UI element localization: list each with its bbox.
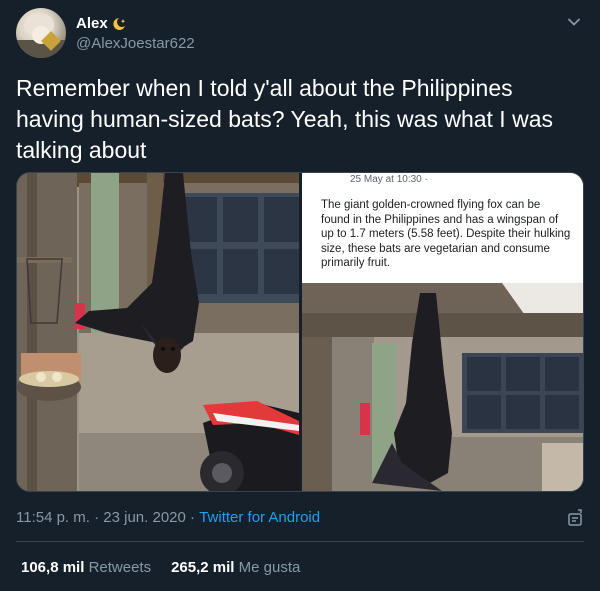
tweet-stats: 106,8 mil Retweets 265,2 mil Me gusta xyxy=(21,559,300,576)
post-date: 25 May at 10:30 · xyxy=(350,174,428,185)
likes-stat[interactable]: 265,2 mil Me gusta xyxy=(171,559,300,576)
post-caption-text: The giant golden-crowned flying fox can … xyxy=(321,199,571,269)
tweet-media[interactable]: 25 May at 10:30 · The giant golden-crown… xyxy=(16,172,584,492)
tweet-header: Alex @AlexJoestar622 xyxy=(16,8,584,58)
tweet-date[interactable]: 23 jun. 2020 xyxy=(103,509,186,526)
tweet-time[interactable]: 11:54 p. m. xyxy=(16,509,90,526)
author-name[interactable]: Alex xyxy=(76,15,108,32)
retweets-count: 106,8 mil xyxy=(21,559,85,576)
post-caption: 25 May at 10:30 · The giant golden-crown… xyxy=(302,173,583,283)
retweets-label: Retweets xyxy=(88,559,152,576)
likes-count: 265,2 mil xyxy=(171,559,235,576)
likes-label: Me gusta xyxy=(238,559,301,576)
tweet-client-link[interactable]: Twitter for Android xyxy=(199,509,320,526)
tweet-meta: 11:54 p. m. · 23 jun. 2020 · Twitter for… xyxy=(16,509,320,526)
share-icon[interactable] xyxy=(566,509,584,527)
chevron-down-icon[interactable] xyxy=(566,14,582,30)
crescent-moon-sparkle-icon xyxy=(111,17,127,31)
meta-separator: · xyxy=(89,509,104,526)
retweets-stat[interactable]: 106,8 mil Retweets xyxy=(21,559,151,576)
tweet-text: Remember when I told y'all about the Phi… xyxy=(16,75,553,163)
photo-bat-hanging[interactable] xyxy=(17,173,299,491)
avatar[interactable] xyxy=(16,8,66,58)
photo-facebook-post[interactable]: 25 May at 10:30 · The giant golden-crown… xyxy=(302,173,583,491)
author-handle[interactable]: @AlexJoestar622 xyxy=(76,35,195,52)
divider xyxy=(16,541,584,542)
author-name-row[interactable]: Alex xyxy=(76,15,127,32)
meta-separator: · xyxy=(185,509,200,526)
